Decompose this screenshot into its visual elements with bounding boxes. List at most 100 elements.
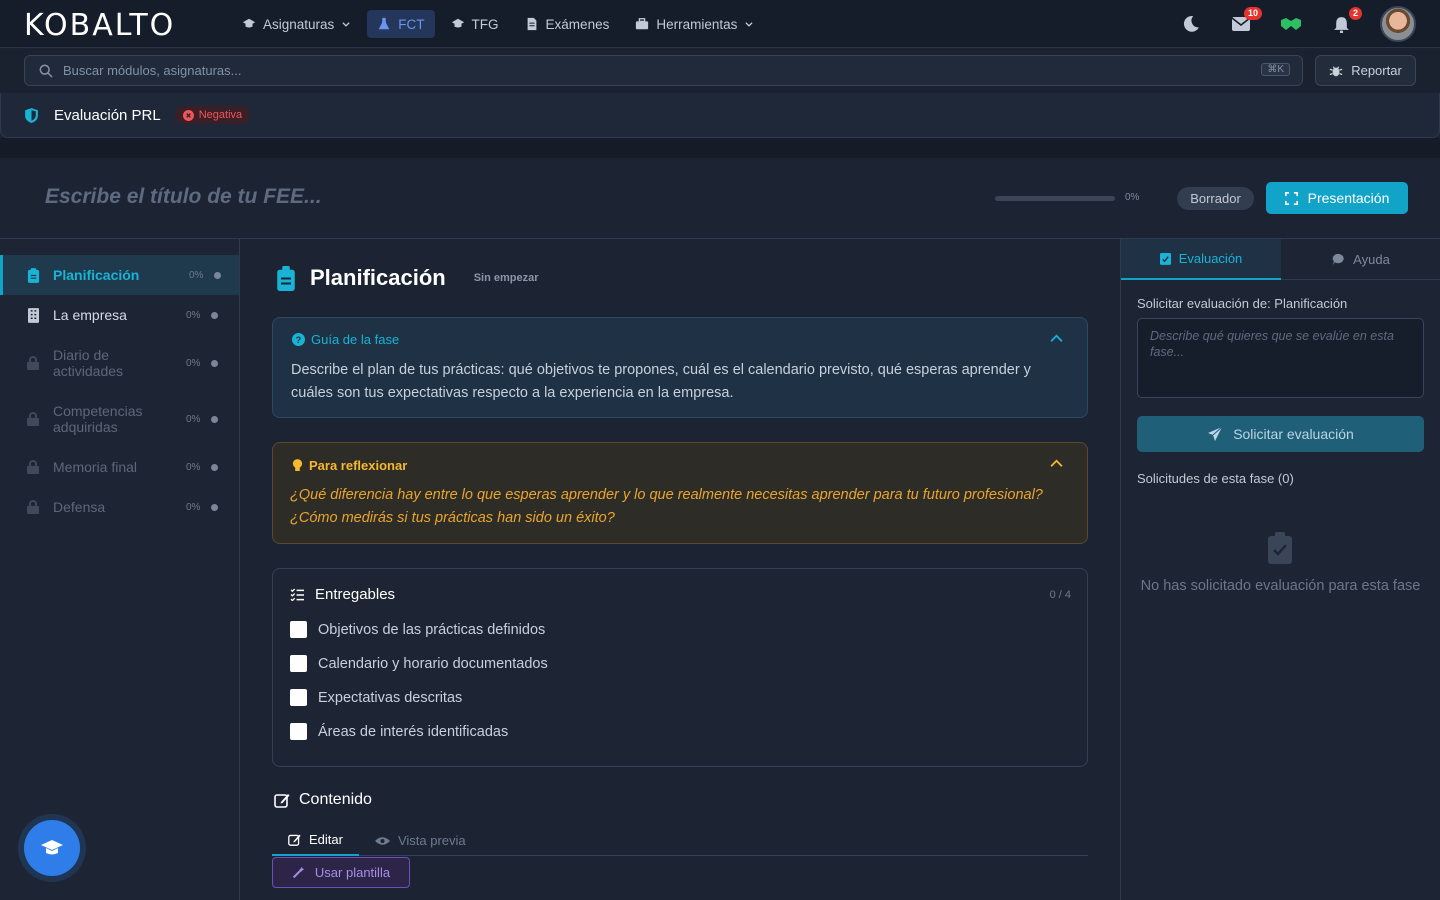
chevron-up-icon[interactable] [1050, 334, 1063, 343]
deliverables-card: Entregables 0 / 4 Objetivos de las práct… [272, 568, 1088, 767]
assistant-fab[interactable] [24, 820, 80, 876]
deliverable-checkbox[interactable] [290, 723, 307, 740]
guide-header[interactable]: ? Guía de la fase [292, 332, 399, 347]
search-icon [39, 64, 53, 78]
sidebar-item-la-empresa[interactable]: La empresa 0% [0, 295, 239, 335]
reflect-body: ¿Qué diferencia hay entre lo que esperas… [290, 487, 1043, 526]
fee-progress-bar [995, 196, 1115, 201]
search-shortcut: ⌘K [1261, 63, 1290, 76]
fee-title-input[interactable]: Escribe el título de tu FEE... [45, 185, 322, 209]
panel-tabs: Evaluación Ayuda [1121, 239, 1440, 280]
send-icon [1208, 426, 1223, 441]
clipboard-icon [277, 265, 295, 291]
deliverables-title: Entregables [315, 586, 396, 603]
deliverable-label: Calendario y horario documentados [318, 655, 548, 672]
deliverable-label: Áreas de interés identificadas [318, 723, 509, 740]
svg-text:?: ? [296, 335, 302, 345]
flask-icon [379, 17, 390, 30]
deliverable-checkbox[interactable] [290, 621, 307, 638]
tab-ayuda[interactable]: Ayuda [1281, 239, 1440, 280]
messages-button[interactable]: 10 [1230, 7, 1262, 35]
guide-title: Guía de la fase [311, 332, 400, 347]
deliverables-header: Entregables [290, 586, 395, 603]
notifications-button[interactable]: 2 [1330, 7, 1362, 35]
sidebar-item-memoria[interactable]: Memoria final 0% [0, 447, 239, 487]
top-navbar: KOBALTO Asignaturas FCT TFG Exámenes Her… [0, 0, 1440, 48]
status-badge: Negativa [174, 106, 251, 124]
chevron-down-icon [342, 22, 350, 27]
handshake-button[interactable] [1280, 13, 1302, 35]
sidebar-item-diario[interactable]: Diario de actividades 0% [0, 340, 239, 386]
dark-mode-toggle[interactable] [1180, 13, 1202, 35]
divider [0, 138, 1440, 158]
status-badge-label: Negativa [198, 109, 243, 121]
clipboard-check-icon [1268, 532, 1292, 564]
chevron-up-icon[interactable] [1050, 459, 1063, 468]
nav-right: 10 2 [1180, 6, 1416, 42]
nav-fct-label: FCT [398, 16, 425, 32]
user-avatar[interactable] [1380, 6, 1416, 42]
sidebar-item-planificacion[interactable]: Planificación 0% [0, 255, 239, 295]
nav-fct[interactable]: FCT [367, 10, 435, 38]
nav-herramientas[interactable]: Herramientas [625, 10, 764, 38]
sidebar-item-pct: 0% [186, 501, 201, 513]
status-dot [211, 463, 218, 471]
tab-editar[interactable]: Editar [272, 825, 359, 856]
sidebar-item-pct: 0% [189, 269, 204, 281]
presentation-label: Presentación [1307, 190, 1390, 206]
tab-evaluacion[interactable]: Evaluación [1121, 239, 1281, 280]
phase-content: Planificación Sin empezar ? Guía de la f… [240, 239, 1120, 900]
use-template-button[interactable]: Usar plantilla [272, 857, 410, 888]
nav-tfg[interactable]: TFG [441, 10, 509, 38]
graduation-cap-icon [242, 18, 256, 28]
report-button[interactable]: Reportar [1315, 55, 1416, 86]
tab-ayuda-label: Ayuda [1353, 252, 1390, 267]
sidebar-item-defensa[interactable]: Defensa 0% [0, 487, 239, 527]
draft-badge: Borrador [1177, 187, 1254, 210]
nav-asignaturas-label: Asignaturas [263, 16, 335, 32]
clipboard-check-icon [1159, 253, 1171, 265]
sidebar-item-competencias[interactable]: Competencias adquiridas 0% [0, 396, 239, 442]
report-label: Reportar [1351, 63, 1402, 78]
module-title: Evaluación PRL [54, 106, 161, 124]
edit-icon [274, 794, 290, 808]
phase-status: Sin empezar [473, 272, 539, 284]
phase-title: Planificación [310, 265, 446, 290]
deliverable-checkbox[interactable] [290, 655, 307, 672]
deliverable-checkbox[interactable] [290, 689, 307, 706]
lightbulb-icon [292, 459, 303, 471]
building-icon [25, 307, 41, 323]
chat-icon [1332, 253, 1344, 266]
nav-asignaturas[interactable]: Asignaturas [232, 10, 361, 38]
presentation-button[interactable]: Presentación [1266, 182, 1408, 214]
tab-vista-previa[interactable]: Vista previa [359, 825, 482, 856]
status-dot [214, 271, 221, 279]
status-dot [211, 359, 218, 367]
reflect-title: Para reflexionar [309, 458, 408, 473]
sidebar-item-label: Diario de actividades [53, 347, 124, 379]
reflect-card: Para reflexionar ¿Qué diferencia hay ent… [272, 442, 1088, 544]
graduation-cap-icon [41, 840, 63, 855]
use-template-label: Usar plantilla [314, 865, 391, 880]
app-logo[interactable]: KOBALTO [24, 8, 175, 43]
search-input[interactable]: Buscar módulos, asignaturas... ⌘K [24, 55, 1303, 86]
module-header: Evaluación PRL Negativa [0, 93, 1440, 138]
empty-requests-text: No has solicitado evaluación para esta f… [1140, 578, 1421, 594]
tab-editar-label: Editar [309, 832, 343, 847]
edit-icon [288, 834, 301, 846]
evaluation-textarea[interactable]: Describe qué quieres que se evalúe en es… [1137, 318, 1424, 398]
sidebar-item-label: La empresa [53, 307, 127, 323]
request-evaluation-button[interactable]: Solicitar evaluación [1137, 416, 1424, 452]
editor-tabs: Editar Vista previa [272, 825, 1088, 856]
nav-examenes[interactable]: Exámenes [515, 10, 620, 38]
magic-wand-icon [292, 866, 305, 879]
search-placeholder: Buscar módulos, asignaturas... [63, 63, 242, 78]
phase-sidebar: Planificación 0% La empresa 0% Diario de… [0, 239, 240, 900]
request-label: Solicitar evaluación de: Planificación [1137, 296, 1348, 311]
sidebar-item-pct: 0% [186, 413, 201, 425]
reflect-header[interactable]: Para reflexionar [292, 458, 407, 473]
deliverable-label: Objetivos de las prácticas definidos [318, 621, 546, 638]
content-title: Contenido [299, 791, 372, 808]
deliverable-item: Calendario y horario documentados [290, 655, 548, 672]
bell-icon [1333, 16, 1349, 33]
